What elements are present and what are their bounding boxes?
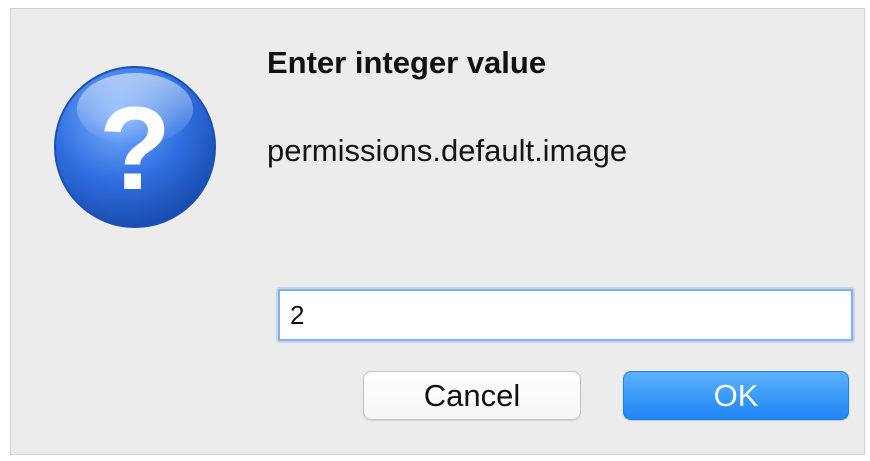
integer-value-input[interactable] <box>278 289 853 341</box>
dialog-message: permissions.default.image <box>267 133 628 168</box>
question-mark-icon: ? <box>51 63 219 231</box>
input-dialog: ? Enter integer value permissions.defaul… <box>10 8 865 455</box>
cancel-button[interactable]: Cancel <box>363 371 581 420</box>
dialog-title: Enter integer value <box>267 45 547 80</box>
ok-button[interactable]: OK <box>623 371 849 420</box>
question-mark-glyph: ? <box>99 83 171 215</box>
